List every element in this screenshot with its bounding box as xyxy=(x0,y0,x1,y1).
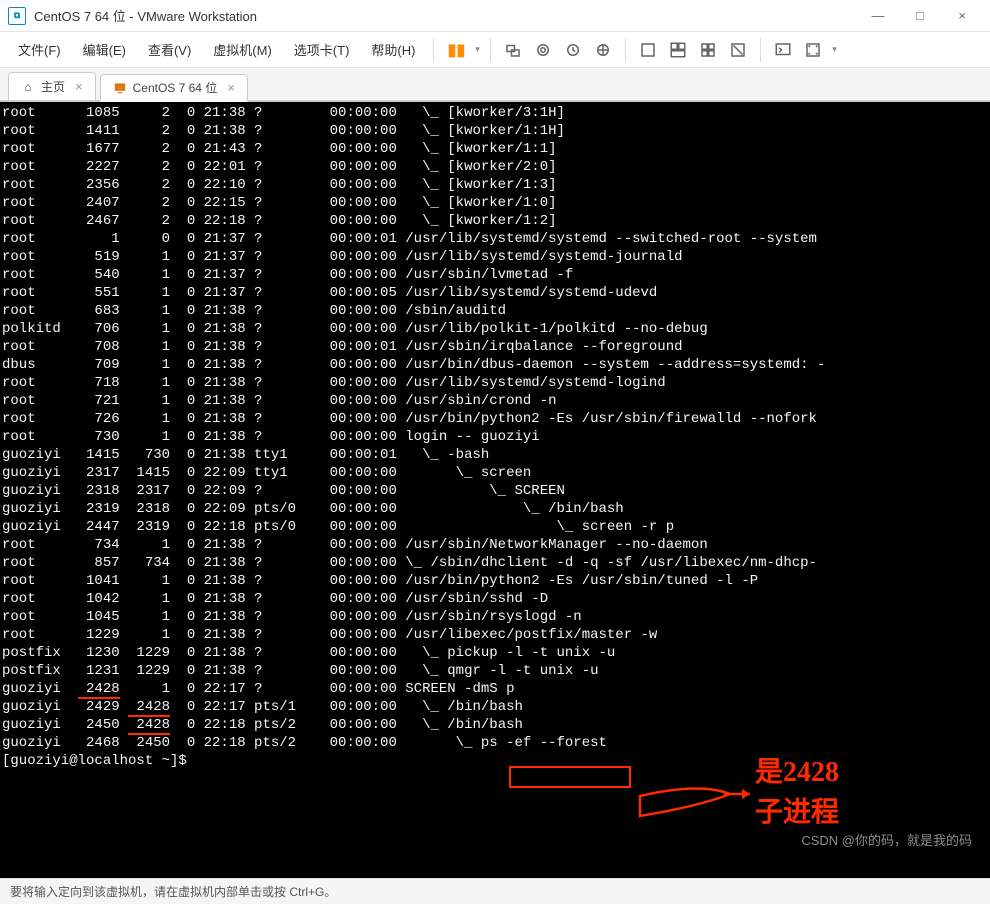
menu-help[interactable]: 帮助(H) xyxy=(361,34,425,65)
fullscreen-button[interactable] xyxy=(799,36,827,64)
disconnect-button[interactable] xyxy=(724,36,752,64)
app-icon: ⧉ xyxy=(8,7,26,25)
titlebar: ⧉ CentOS 7 64 位 - VMware Workstation — □… xyxy=(0,0,990,32)
close-icon[interactable]: × xyxy=(227,80,235,95)
separator xyxy=(760,38,761,62)
dropdown-arrow-icon[interactable]: ▾ xyxy=(472,44,482,55)
separator xyxy=(625,38,626,62)
menu-view[interactable]: 查看(V) xyxy=(138,34,201,65)
menu-vm[interactable]: 虚拟机(M) xyxy=(203,34,282,65)
menu-tabs[interactable]: 选项卡(T) xyxy=(284,34,360,65)
tab-vm[interactable]: CentOS 7 64 位 × xyxy=(100,74,248,102)
tabbar: ⌂ 主页 × CentOS 7 64 位 × xyxy=(0,68,990,102)
menubar: 文件(F) 编辑(E) 查看(V) 虚拟机(M) 选项卡(T) 帮助(H) ▮▮… xyxy=(0,32,990,68)
tab-label: 主页 xyxy=(41,78,65,95)
watermark: CSDN @你的码，就是我的码 xyxy=(801,832,972,850)
close-icon[interactable]: × xyxy=(75,79,83,94)
home-icon: ⌂ xyxy=(21,80,35,94)
maximize-button[interactable]: □ xyxy=(900,2,940,30)
statusbar: 要将输入定向到该虚拟机，请在虚拟机内部单击或按 Ctrl+G。 xyxy=(0,878,990,904)
vm-icon xyxy=(113,81,127,95)
menu-file[interactable]: 文件(F) xyxy=(8,34,71,65)
console-button[interactable] xyxy=(769,36,797,64)
annotation-text-2: 子进程 xyxy=(755,797,839,829)
tab-home[interactable]: ⌂ 主页 × xyxy=(8,72,96,100)
thumbnail-button[interactable] xyxy=(694,36,722,64)
close-button[interactable]: × xyxy=(942,2,982,30)
dropdown-arrow-icon[interactable]: ▾ xyxy=(829,44,839,55)
revert-button[interactable] xyxy=(559,36,587,64)
tab-label: CentOS 7 64 位 xyxy=(133,79,218,96)
separator xyxy=(433,38,434,62)
menu-edit[interactable]: 编辑(E) xyxy=(73,34,136,65)
unity-button[interactable] xyxy=(664,36,692,64)
terminal-output: root 1085 2 0 21:38 ? 00:00:00 \_ [kwork… xyxy=(2,104,988,770)
manage-button[interactable] xyxy=(589,36,617,64)
snapshot-button[interactable] xyxy=(529,36,557,64)
minimize-button[interactable]: — xyxy=(858,2,898,30)
status-text: 要将输入定向到该虚拟机，请在虚拟机内部单击或按 Ctrl+G。 xyxy=(10,883,336,900)
pause-button[interactable]: ▮▮ xyxy=(442,36,470,64)
terminal[interactable]: root 1085 2 0 21:38 ? 00:00:00 \_ [kwork… xyxy=(0,102,990,878)
separator xyxy=(490,38,491,62)
send-button[interactable] xyxy=(499,36,527,64)
window-title: CentOS 7 64 位 - VMware Workstation xyxy=(34,6,858,25)
fit-button[interactable] xyxy=(634,36,662,64)
